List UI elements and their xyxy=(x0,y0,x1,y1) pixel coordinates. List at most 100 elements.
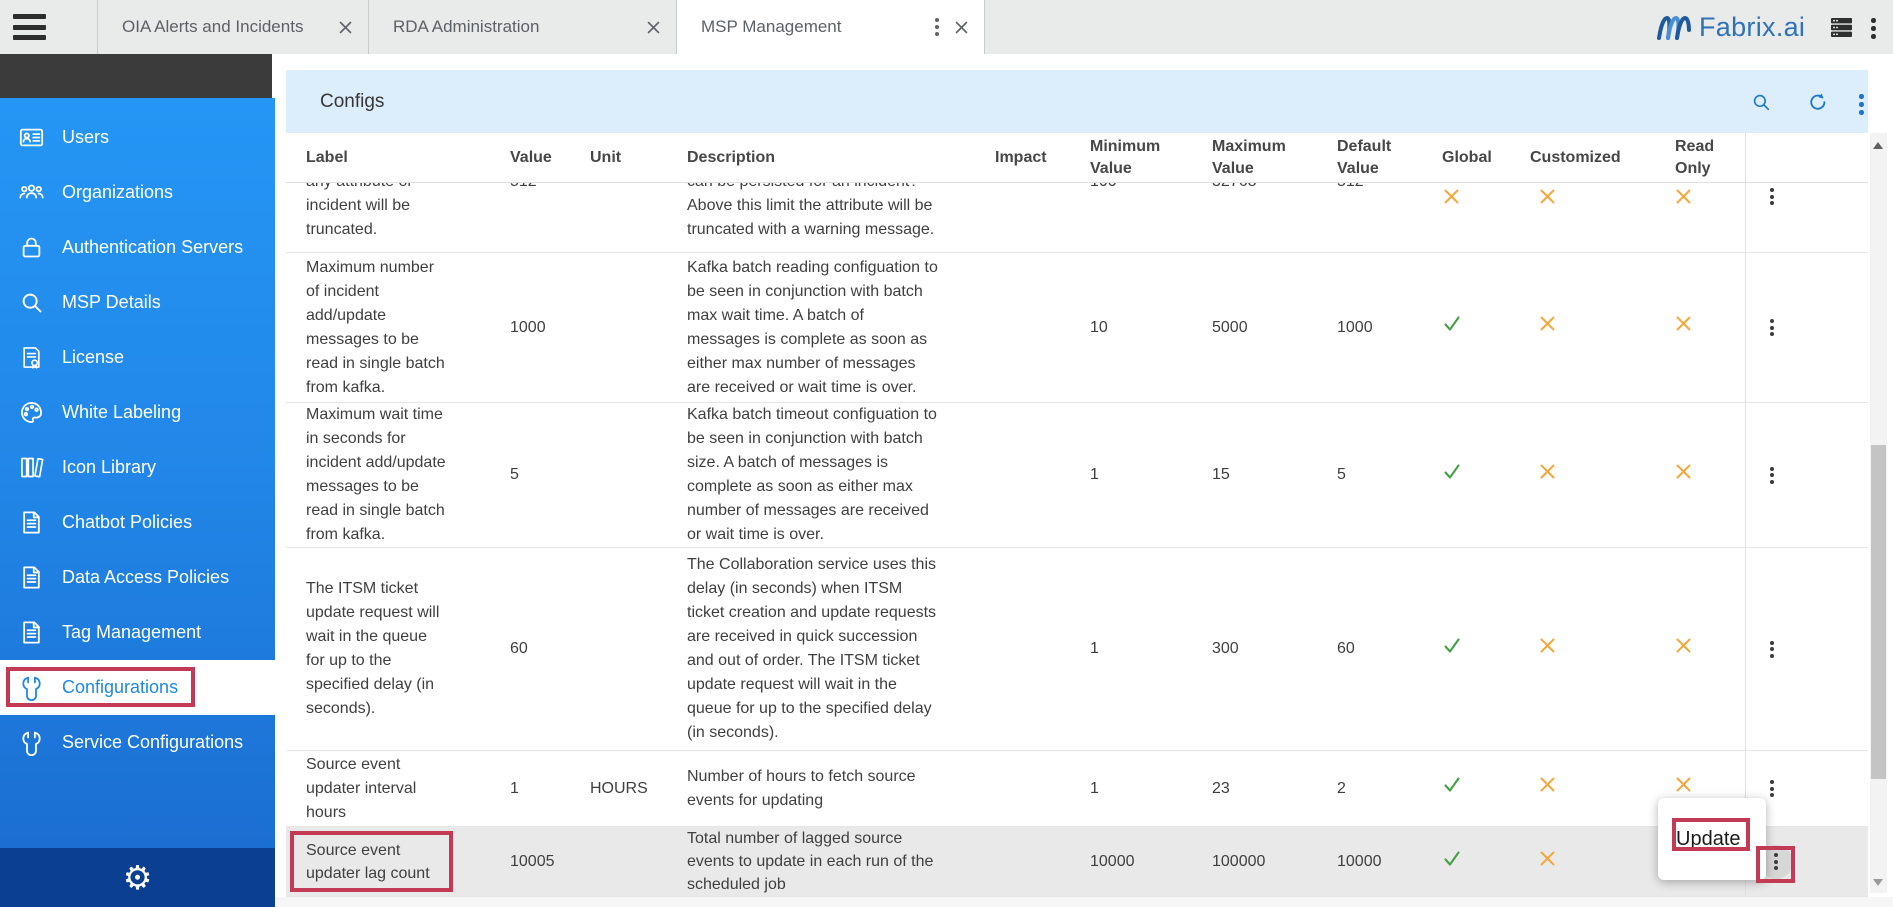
sidebar-item-data-access-policies[interactable]: Data Access Policies xyxy=(0,550,275,605)
sidebar-item-service-configurations[interactable]: Service Configurations xyxy=(0,715,275,770)
sidebar-item-authentication-servers[interactable]: Authentication Servers xyxy=(0,220,275,275)
search-icon[interactable] xyxy=(1750,91,1772,113)
sidebar-item-tag-management[interactable]: Tag Management xyxy=(0,605,275,660)
cell-customized xyxy=(1495,188,1615,213)
row-actions-kebab-icon[interactable] xyxy=(1768,465,1776,486)
tab-oia-alerts-and-incidents[interactable]: OIA Alerts and Incidents xyxy=(97,0,368,54)
row-actions-kebab-icon[interactable] xyxy=(1768,317,1776,338)
cell-label: The ITSM ticket update request will wait… xyxy=(286,577,490,721)
column-header-value: Value xyxy=(490,147,570,169)
scrollbar-thumb[interactable] xyxy=(1871,445,1886,779)
tab-msp-management[interactable]: MSP Management xyxy=(676,0,984,54)
sidebar-item-license[interactable]: License xyxy=(0,330,275,385)
license-icon xyxy=(18,344,45,371)
cell-description: Kafka batch timeout configuation to be s… xyxy=(667,403,975,547)
cross-icon xyxy=(1539,850,1556,867)
lock-icon xyxy=(18,234,45,261)
sidebar-footer: ⚙ xyxy=(0,848,275,907)
cell-label: Maximum number of incident add/update me… xyxy=(286,256,490,400)
sidebar-item-msp-details[interactable]: MSP Details xyxy=(0,275,275,330)
cell-customized xyxy=(1495,637,1615,662)
cell-value: 1000 xyxy=(490,316,570,340)
cell-minimum-value: 1 xyxy=(1070,777,1192,801)
cross-icon xyxy=(1443,188,1460,205)
sidebar-item-chatbot-policies[interactable]: Chatbot Policies xyxy=(0,495,275,550)
tab-strip: OIA Alerts and IncidentsRDA Administrati… xyxy=(97,0,985,54)
cell-value: 10005 xyxy=(490,850,570,873)
doc-icon xyxy=(18,509,45,536)
cell-default-value: 60 xyxy=(1317,637,1420,661)
row-actions-kebab-icon[interactable] xyxy=(1772,851,1780,872)
check-icon xyxy=(1443,776,1461,793)
column-header-global: Global xyxy=(1420,147,1495,169)
scroll-up-arrow-icon[interactable] xyxy=(1873,142,1883,149)
table-row: any attribute or incident will be trunca… xyxy=(286,183,1868,253)
refresh-icon[interactable] xyxy=(1807,91,1829,113)
horizontal-scrollbar-track[interactable] xyxy=(275,897,1893,907)
cell-minimum-value: 10 xyxy=(1070,316,1192,340)
cell-maximum-value: 5000 xyxy=(1192,316,1317,340)
sidebar-item-icon-library[interactable]: Icon Library xyxy=(0,440,275,495)
cell-description: The Collaboration service uses this dela… xyxy=(667,553,975,745)
cross-icon xyxy=(1675,315,1692,332)
column-header-read-only: Read Only xyxy=(1615,136,1745,180)
context-menu: Update xyxy=(1658,798,1766,880)
context-menu-item-update[interactable]: Update xyxy=(1676,828,1741,851)
tab-close-icon[interactable] xyxy=(955,21,968,34)
server-stack-icon[interactable] xyxy=(1830,16,1853,44)
cell-default-value: 512 xyxy=(1317,183,1420,194)
row-actions-kebab-icon[interactable] xyxy=(1768,778,1776,799)
column-header-unit: Unit xyxy=(570,147,667,169)
brand-logo: Fabrix.ai xyxy=(1656,0,1805,54)
column-header-actions xyxy=(1745,133,1868,182)
sidebar-item-organizations[interactable]: Organizations xyxy=(0,165,275,220)
sidebar-item-white-labeling[interactable]: White Labeling xyxy=(0,385,275,440)
cell-description: Total number of lagged source events to … xyxy=(667,827,975,896)
panel-kebab-menu-icon[interactable] xyxy=(1857,92,1866,117)
tab-menu-dots-icon[interactable] xyxy=(933,16,941,38)
tab-rda-administration[interactable]: RDA Administration xyxy=(368,0,676,54)
cell-minimum-value: 1 xyxy=(1070,637,1192,661)
sidebar-item-label: Users xyxy=(62,127,109,148)
sidebar-item-label: Tag Management xyxy=(62,622,201,643)
cell-description: Number of hours to fetch source events f… xyxy=(667,765,975,813)
column-header-label: Label xyxy=(286,147,490,169)
sidebar-item-label: Service Configurations xyxy=(62,732,243,753)
row-actions-kebab-icon[interactable] xyxy=(1768,639,1776,660)
configs-panel-header: Configs xyxy=(286,70,1868,133)
settings-gear-icon[interactable]: ⚙ xyxy=(123,861,153,894)
sidebar-item-configurations[interactable]: Configurations xyxy=(0,660,275,715)
cross-icon xyxy=(1675,463,1692,480)
doc-icon xyxy=(18,564,45,591)
scroll-down-arrow-icon[interactable] xyxy=(1873,879,1883,886)
sidebar: Users OrganizationsAuthentication Servers… xyxy=(0,98,275,907)
tab-close-icon[interactable] xyxy=(647,21,660,34)
cross-icon xyxy=(1539,637,1556,654)
sidebar-item-users[interactable]: Users xyxy=(0,110,275,165)
cell-actions xyxy=(1745,403,1868,547)
page-title: Configs xyxy=(320,91,384,113)
check-icon xyxy=(1443,637,1461,654)
table-row: Source event updater lag count10005Total… xyxy=(286,827,1868,897)
hamburger-menu-icon[interactable] xyxy=(13,14,46,40)
cell-minimum-value: 100 xyxy=(1070,183,1192,194)
column-header-description: Description xyxy=(667,147,975,169)
palette-icon xyxy=(18,399,45,426)
header-kebab-menu-icon[interactable] xyxy=(1868,15,1879,42)
cell-maximum-value: 15 xyxy=(1192,463,1317,487)
cell-global xyxy=(1420,637,1495,662)
vertical-scrollbar[interactable] xyxy=(1870,133,1887,893)
cell-default-value: 2 xyxy=(1317,777,1420,801)
check-icon xyxy=(1443,315,1461,332)
cell-default-value: 5 xyxy=(1317,463,1420,487)
browser-tab-bar: OIA Alerts and IncidentsRDA Administrati… xyxy=(0,0,1893,54)
cell-description: Kafka batch reading configuation to be s… xyxy=(667,256,975,400)
search-icon xyxy=(18,289,45,316)
row-actions-kebab-icon[interactable] xyxy=(1768,186,1776,207)
tab-close-icon[interactable] xyxy=(339,21,352,34)
cross-icon xyxy=(1539,776,1556,793)
cell-description: can be persisted for an incident? Above … xyxy=(667,183,975,242)
brand-name: Fabrix.ai xyxy=(1699,12,1805,43)
cell-maximum-value: 23 xyxy=(1192,777,1317,801)
cell-minimum-value: 1 xyxy=(1070,463,1192,487)
